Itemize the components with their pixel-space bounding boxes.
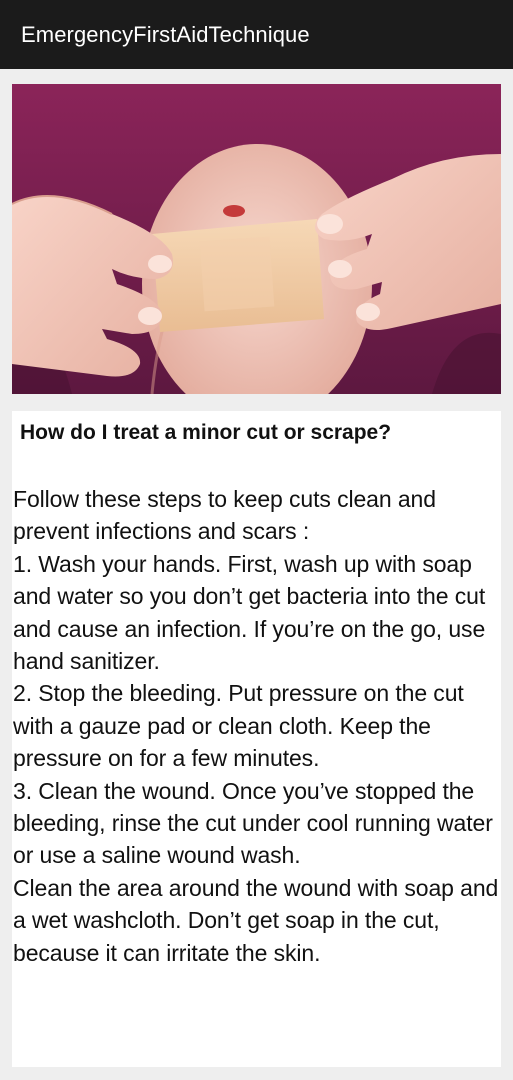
step-3-paragraph: 3. Clean the wound. Once you’ve stopped …: [13, 777, 493, 869]
app-bar: EmergencyFirstAidTechnique: [0, 0, 513, 69]
intro-paragraph: Follow these steps to keep cuts clean an…: [13, 486, 436, 545]
step-2-paragraph: 2. Stop the bleeding. Put pressure on th…: [13, 680, 464, 772]
bandage-on-knee-photo-icon: [12, 84, 501, 394]
step-1-paragraph: 1. Wash your hands. First, wash up with …: [13, 550, 486, 675]
article-body: Follow these steps to keep cuts clean an…: [13, 483, 501, 969]
clean-area-paragraph: Clean the area around the wound with soa…: [13, 874, 499, 966]
article-card: How do I treat a minor cut or scrape? Fo…: [12, 411, 501, 1067]
app-title: EmergencyFirstAidTechnique: [21, 21, 310, 47]
article-title: How do I treat a minor cut or scrape?: [20, 421, 392, 444]
hero-image: [12, 84, 501, 394]
